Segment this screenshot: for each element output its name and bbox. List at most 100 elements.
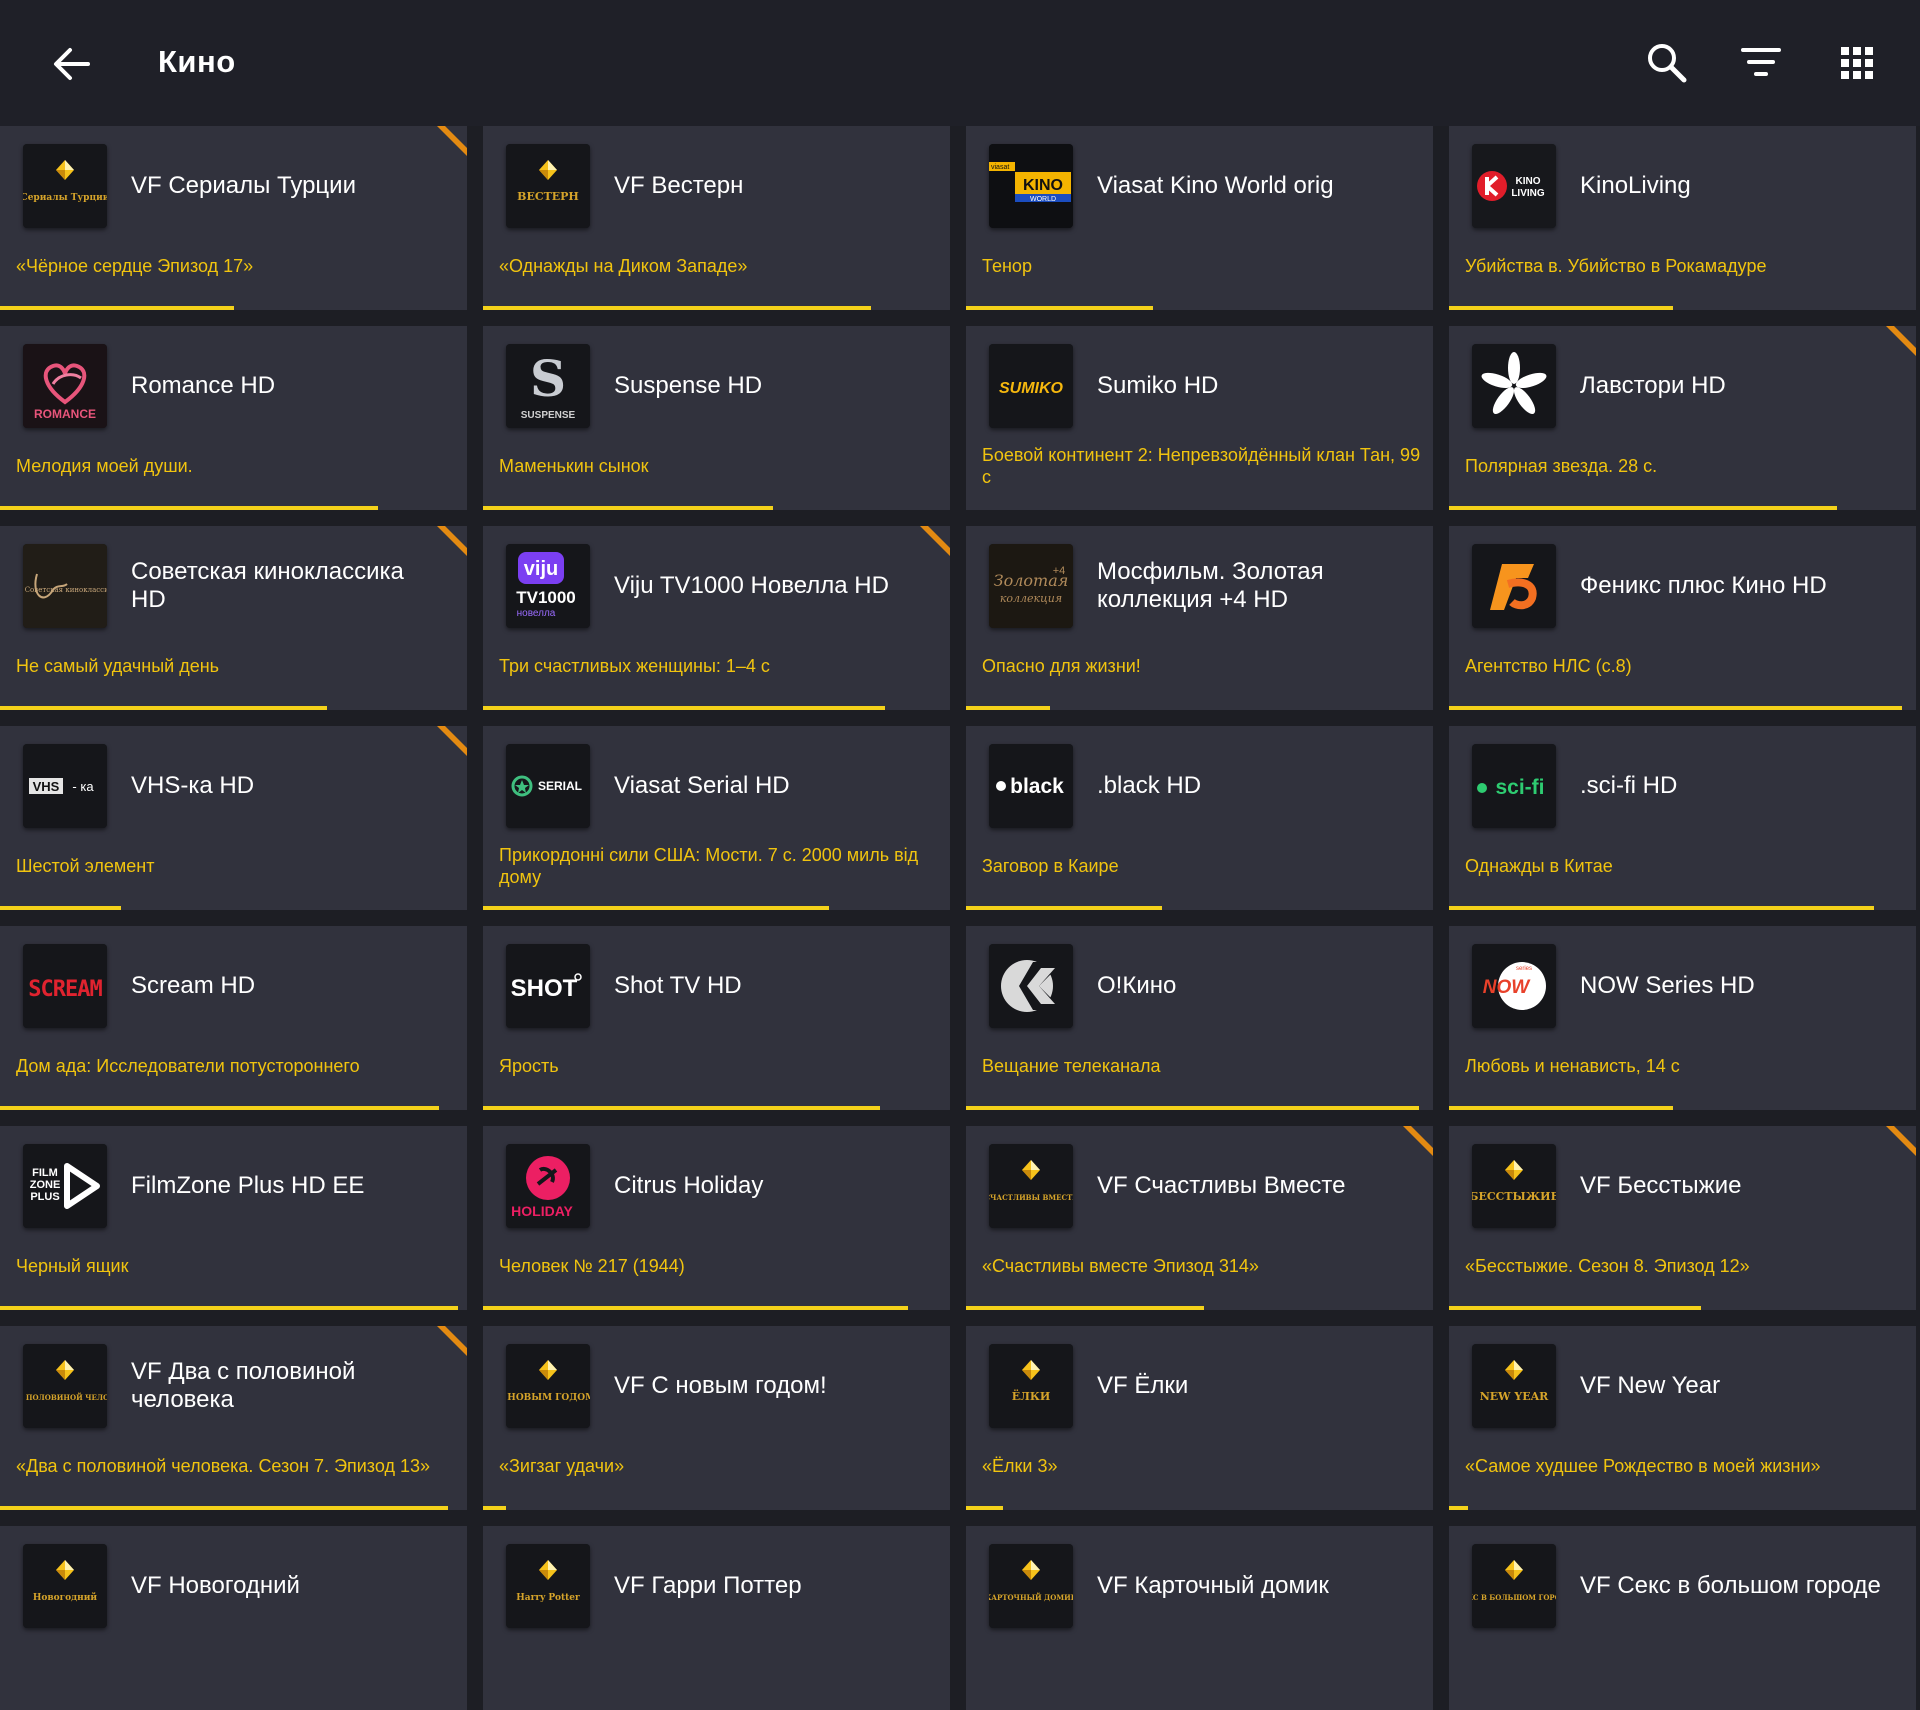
channel-logo-image: SCREAM [23,944,107,1028]
channel-logo-image: ЁЛКИ [989,1344,1073,1428]
channel-card[interactable]: ROMANCE Romance HD Мелодия моей души. [0,326,467,510]
svg-text:viasat: viasat [991,164,1009,171]
channel-logo-image: NEW YEAR [1472,1344,1556,1428]
program-progress-bar [483,906,950,910]
corner-badge [920,526,950,556]
channel-logo-image: S SUSPENSE [506,344,590,428]
channel-card[interactable]: SCREAM Scream HD Дом ада: Исследователи по… [0,926,467,1110]
channel-card[interactable]: ДВА С ПОЛОВИНОЙ ЧЕЛОВЕКА VF Два с половин… [0,1326,467,1510]
back-button[interactable] [50,42,94,86]
channel-logo-image: Сериалы Турции [23,144,107,228]
channel-card[interactable]: NOW series NOW Series HD Любовь и ненавист… [1449,926,1916,1110]
current-program: Вещание телеканала [982,1056,1161,1076]
program-progress-fill [483,506,773,510]
filter-button[interactable] [1738,40,1784,86]
channel-card[interactable]: Сериалы Турции VF Сериалы Турции «Чёрное с… [0,126,467,310]
channel-name: VF Новогодний [131,1572,300,1599]
program-progress-fill [0,1506,449,1510]
program-progress-bar [483,1706,950,1710]
channel-logo [1472,544,1556,628]
channel-name: .black HD [1097,772,1202,799]
current-program: Человек № 217 (1944) [499,1256,685,1276]
channel-card[interactable]: Harry Potter VF Гарри Поттер [483,1526,950,1710]
channel-card[interactable]: S SUSPENSE Suspense HD Маменькин сынок [483,326,950,510]
program-progress-bar [966,1506,1433,1510]
program-progress-fill [966,906,1163,910]
channel-logo-image: Золотая коллекция +4 [989,544,1073,628]
svg-text:FILM: FILM [32,1167,58,1179]
current-program: Прикордонні сили США: Мости. 7 с. 2000 м… [499,845,919,887]
channel-card[interactable]: HOLIDAY Citrus Holiday Человек № 217 (1944… [483,1126,950,1310]
program-progress-bar [0,506,467,510]
svg-text:SUMIKO: SUMIKO [999,380,1064,397]
program-progress-bar [966,506,1433,510]
channel-card[interactable]: ВЕСТЕРН VF Вестерн «Однажды на Диком Запад… [483,126,950,310]
svg-text:Советская киноклассика: Советская киноклассика [25,586,107,594]
program-progress-bar [966,1106,1433,1110]
channel-card[interactable]: Феникс плюс Кино HD Агентство НЛС (с.8) [1449,526,1916,710]
channel-card[interactable]: FILM ZONE PLUS FilmZone Plus HD EE Черный… [0,1126,467,1310]
channel-card[interactable]: Лавстори HD Полярная звезда. 28 с. [1449,326,1916,510]
program-progress-bar [483,1506,950,1510]
channel-card[interactable]: КАРТОЧНЫЙ ДОМИК VF Карточный домик [966,1526,1433,1710]
channel-logo: Золотая коллекция +4 [989,544,1073,628]
channel-logo: ЁЛКИ [989,1344,1073,1428]
channel-card[interactable]: СЕКС В БОЛЬШОМ ГОРОДЕ VF Секс в большом г… [1449,1526,1916,1710]
channel-logo-image: Harry Potter [506,1544,590,1628]
program-progress-bar [0,306,467,310]
channel-logo: NOW series [1472,944,1556,1028]
channel-name: Romance HD [131,372,276,399]
program-progress-fill [483,1106,880,1110]
channel-logo-image: БЕССТЫЖИЕ [1472,1144,1556,1228]
svg-text:Новогодний: Новогодний [33,1592,98,1603]
channel-name: Лавстори HD [1580,372,1726,399]
program-progress-fill [0,306,234,310]
program-progress-fill [1449,306,1674,310]
svg-text:С НОВЫМ ГОДОМ!: С НОВЫМ ГОДОМ! [506,1393,590,1403]
channel-card[interactable]: VHS - ка VHS-ка HD Шестой элемент [0,726,467,910]
channel-name: Viasat Kino World orig [1097,172,1334,199]
svg-text:SHOT: SHOT [511,975,578,1002]
channel-name: VF Карточный домик [1097,1572,1329,1599]
channel-card[interactable]: viju TV1000 новелла Viju TV1000 Новелла H… [483,526,950,710]
channel-card[interactable]: Советская киноклассика Советская киноклас… [0,526,467,710]
channel-card[interactable]: black .black HD Заговор в Каире [966,726,1433,910]
channel-logo-image: С НОВЫМ ГОДОМ! [506,1344,590,1428]
channel-logo-image: ДВА С ПОЛОВИНОЙ ЧЕЛОВЕКА [23,1344,107,1428]
channel-card[interactable]: SERIAL Viasat Serial HD Прикордонні сили С… [483,726,950,910]
channel-logo: С НОВЫМ ГОДОМ! [506,1344,590,1428]
program-progress-bar [1449,1506,1916,1510]
channel-card[interactable]: БЕССТЫЖИЕ VF Бесстыжие «Бесстыжие. Сезон 8… [1449,1126,1916,1310]
program-progress-bar [483,506,950,510]
svg-text:sci-fi: sci-fi [1495,776,1544,799]
channel-logo: БЕССТЫЖИЕ [1472,1144,1556,1228]
channel-card[interactable]: ЁЛКИ VF Ёлки «Ёлки 3» [966,1326,1433,1510]
svg-text:СЧАСТЛИВЫ ВМЕСТЕ: СЧАСТЛИВЫ ВМЕСТЕ [989,1193,1073,1202]
channel-logo-image: Советская киноклассика [23,544,107,628]
channel-card[interactable]: С НОВЫМ ГОДОМ! VF С новым годом! «Зигзаг у… [483,1326,950,1510]
channel-logo-image: viju TV1000 новелла [506,544,590,628]
channel-card[interactable]: KINO LIVING KinoLiving Убийства в. Убийств… [1449,126,1916,310]
channel-logo: NEW YEAR [1472,1344,1556,1428]
channel-card[interactable]: Новогодний VF Новогодний [0,1526,467,1710]
channel-card[interactable]: SHOT Shot TV HD Ярость [483,926,950,1110]
program-progress-fill [1449,906,1874,910]
channel-card[interactable]: viasat KINO WORLD Viasat Kino World orig Т… [966,126,1433,310]
channel-card[interactable]: SUMIKO Sumiko HD Боевой континент 2: Непре… [966,326,1433,510]
channel-card[interactable]: Золотая коллекция +4 Мосфильм. Золотая ко… [966,526,1433,710]
channel-card[interactable]: СЧАСТЛИВЫ ВМЕСТЕ VF Счастливы Вместе «Счас… [966,1126,1433,1310]
channel-card[interactable]: NEW YEAR VF New Year «Самое худшее Рождест… [1449,1326,1916,1510]
program-progress-fill [1449,1306,1702,1310]
svg-text:VHS: VHS [33,779,60,794]
svg-text:LIVING: LIVING [1511,188,1545,199]
channel-name: Scream HD [131,972,256,999]
channel-logo-image: FILM ZONE PLUS [23,1144,107,1228]
channel-card[interactable]: О!Кино Вещание телеканала [966,926,1433,1110]
grid-view-button[interactable] [1834,40,1880,86]
search-button[interactable] [1644,40,1690,86]
channel-logo: ВЕСТЕРН [506,144,590,228]
current-program: Три счастливых женщины: 1–4 с [499,656,770,676]
corner-badge [1403,1126,1433,1156]
channel-card[interactable]: sci-fi .sci-fi HD Однажды в Китае [1449,726,1916,910]
current-program: Боевой континент 2: Непревзойдённый клан… [982,445,1421,487]
